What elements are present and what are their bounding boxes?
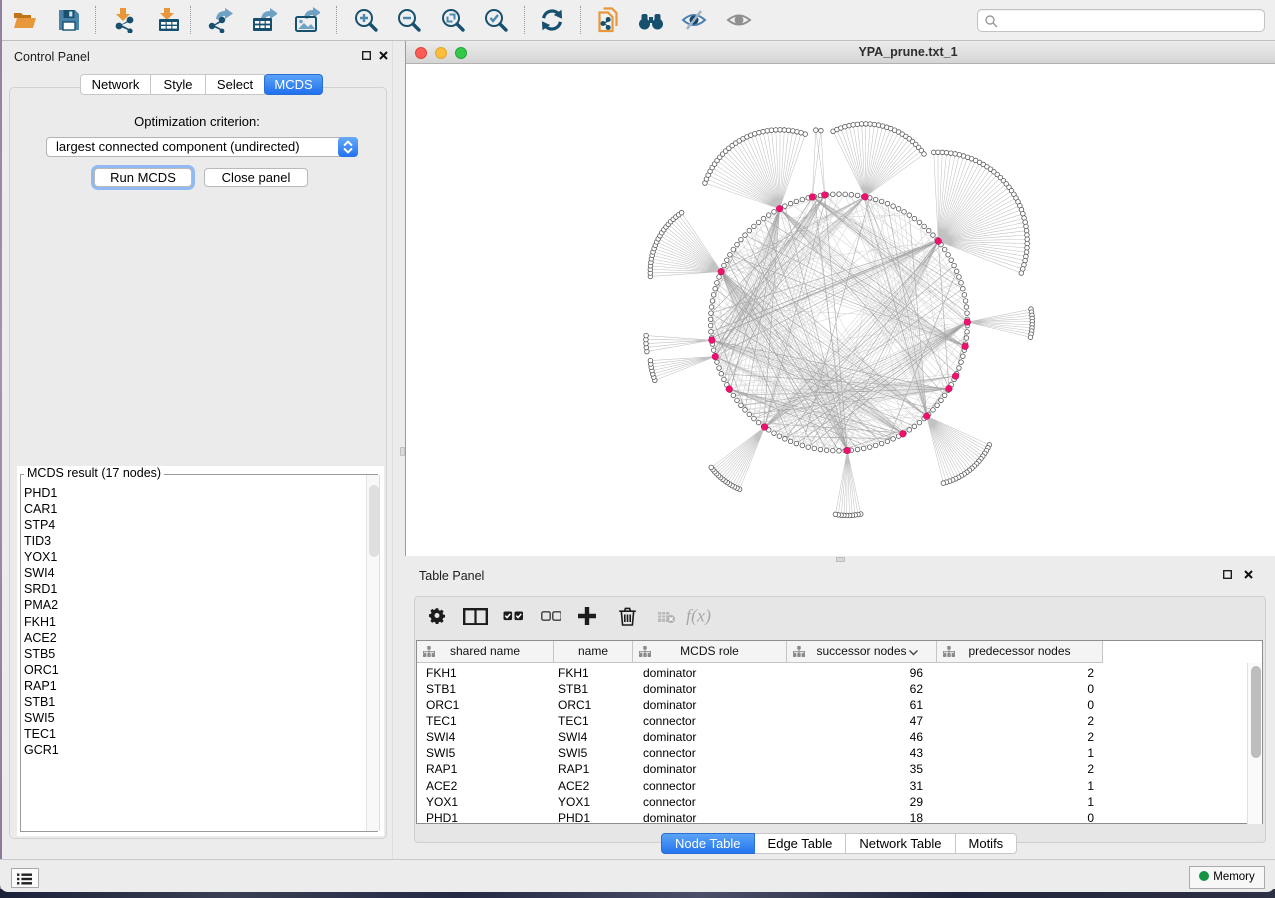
- svg-text:f(x): f(x): [686, 607, 711, 625]
